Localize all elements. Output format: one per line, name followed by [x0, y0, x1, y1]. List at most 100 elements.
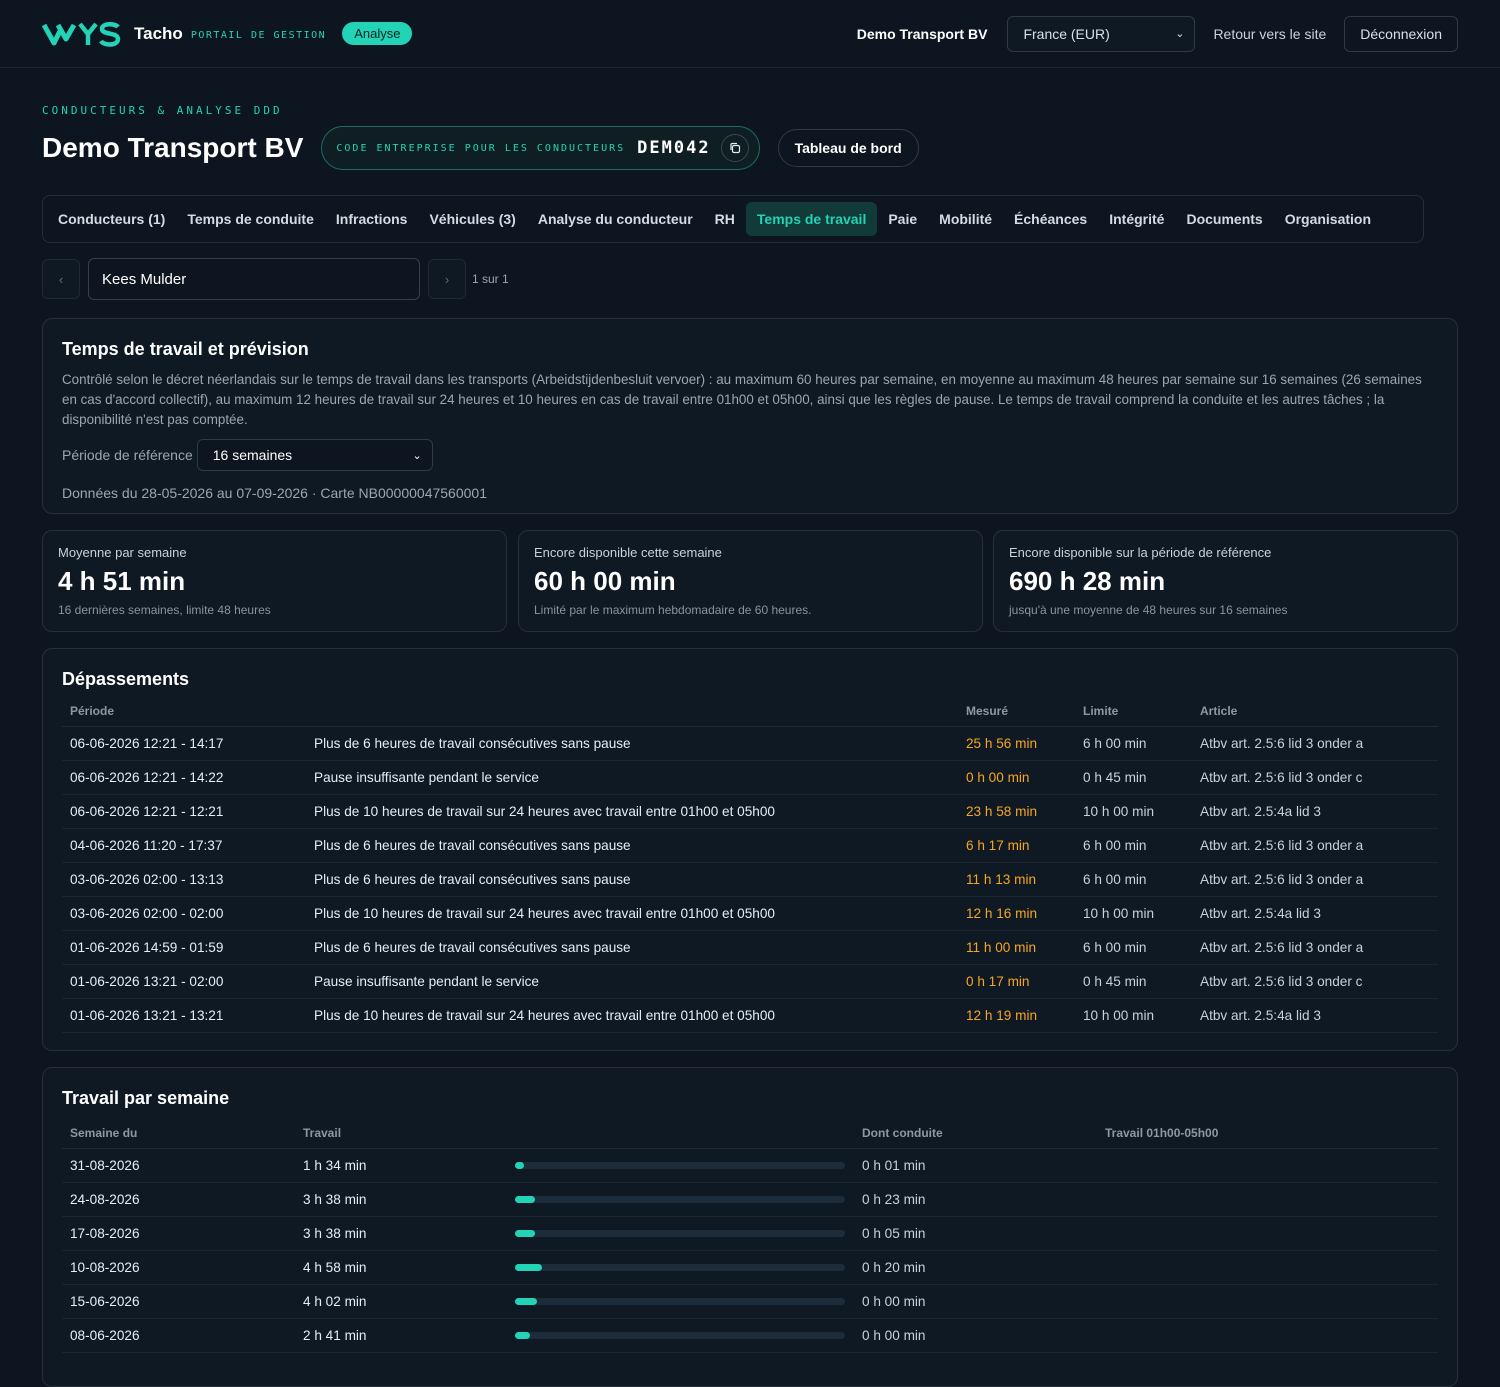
- work-progress-bar: [515, 1298, 845, 1305]
- tab-working-time[interactable]: Temps de travail: [745, 202, 878, 236]
- working-time-card: Temps de travail et prévision Contrôlé s…: [42, 318, 1458, 514]
- stat-subtext: Limité par le maximum hebdomadaire de 60…: [534, 603, 812, 617]
- tab-deadlines[interactable]: Échéances: [1003, 202, 1098, 236]
- copy-icon[interactable]: [720, 134, 749, 162]
- cell-night-work: [1097, 1216, 1438, 1251]
- weekly-work-card: Travail par semaine Semaine du Travail D…: [42, 1067, 1458, 1387]
- tab-driver-analysis[interactable]: Analyse du conducteur: [527, 202, 704, 236]
- cell-work-bar: [507, 1284, 854, 1319]
- work-progress-bar: [515, 1230, 845, 1237]
- cell-measured: 23 h 58 min: [958, 794, 1075, 829]
- cell-period: 01-06-2026 14:59 - 01:59: [62, 930, 306, 965]
- dashboard-button[interactable]: Tableau de bord: [777, 129, 919, 167]
- column-header-bar: [507, 1126, 854, 1149]
- cell-measured: 6 h 17 min: [958, 828, 1075, 863]
- driver-selector: ‹ Kees Mulder › 1 sur 1: [42, 258, 509, 300]
- weekly-work-title: Travail par semaine: [62, 1088, 230, 1108]
- brand-name: Tacho: [134, 23, 183, 43]
- tab-integrity[interactable]: Intégrité: [1098, 202, 1175, 236]
- table-row: 08-06-2026 2 h 41 min 0 h 00 min: [62, 1318, 1438, 1353]
- prev-driver-button[interactable]: ‹: [42, 259, 80, 299]
- cell-night-work: [1097, 1284, 1438, 1319]
- cell-week: 15-06-2026: [62, 1284, 295, 1319]
- cell-driving: 0 h 23 min: [854, 1182, 1097, 1217]
- cell-article: Atbv art. 2.5:6 lid 3 onder c: [1192, 964, 1438, 999]
- tab-infractions[interactable]: Infractions: [325, 202, 419, 236]
- cell-period: 03-06-2026 02:00 - 02:00: [62, 896, 306, 931]
- cell-driving: 0 h 00 min: [854, 1318, 1097, 1353]
- work-progress-bar: [515, 1332, 845, 1339]
- cell-week: 17-08-2026: [62, 1216, 295, 1251]
- cell-limit: 0 h 45 min: [1075, 760, 1192, 795]
- cell-period: 06-06-2026 12:21 - 12:21: [62, 794, 306, 829]
- logout-button[interactable]: Déconnexion: [1344, 15, 1458, 52]
- tab-organisation[interactable]: Organisation: [1274, 202, 1382, 236]
- cell-article: Atbv art. 2.5:6 lid 3 onder c: [1192, 760, 1438, 795]
- tab-payroll[interactable]: Paie: [877, 202, 928, 236]
- column-header-week: Semaine du: [62, 1126, 295, 1149]
- table-row: 06-06-2026 12:21 - 14:17 Plus de 6 heures…: [62, 726, 1438, 761]
- table-row: 31-08-2026 1 h 34 min 0 h 01 min: [62, 1148, 1438, 1183]
- cell-period: 04-06-2026 11:20 - 17:37: [62, 828, 306, 863]
- cell-article: Atbv art. 2.5:4a lid 3: [1192, 998, 1438, 1033]
- cell-limit: 10 h 00 min: [1075, 794, 1192, 829]
- cell-measured: 11 h 00 min: [958, 930, 1075, 965]
- cell-description: Plus de 10 heures de travail sur 24 heur…: [306, 896, 958, 931]
- work-progress-fill: [515, 1264, 543, 1271]
- cell-work: 2 h 41 min: [295, 1318, 507, 1353]
- work-progress-fill: [515, 1332, 530, 1339]
- working-time-title: Temps de travail et prévision: [62, 339, 309, 359]
- tab-driving-time[interactable]: Temps de conduite: [176, 202, 325, 236]
- tab-bar: Conducteurs (1) Temps de conduite Infrac…: [42, 195, 1424, 243]
- company-code-label: CODE ENTREPRISE POUR LES CONDUCTEURS: [336, 142, 626, 154]
- table-row: 01-06-2026 13:21 - 13:21 Plus de 10 heure…: [62, 998, 1438, 1033]
- country-select[interactable]: France (EUR) ⌄: [1007, 15, 1196, 52]
- cell-limit: 6 h 00 min: [1075, 930, 1192, 965]
- back-to-site-link[interactable]: Retour vers le site: [1213, 26, 1326, 42]
- reference-period-select[interactable]: 16 semaines ⌄: [196, 439, 433, 471]
- driver-name-field[interactable]: Kees Mulder: [88, 258, 420, 300]
- cell-period: 06-06-2026 12:21 - 14:22: [62, 760, 306, 795]
- chevron-down-icon: ⌄: [1175, 28, 1185, 40]
- table-row: 06-06-2026 12:21 - 12:21 Plus de 10 heure…: [62, 794, 1438, 829]
- logo[interactable]: Tacho PORTAIL DE GESTION Analyse: [42, 19, 413, 49]
- cell-work-bar: [507, 1250, 854, 1285]
- company-name: Demo Transport BV: [856, 25, 988, 42]
- cell-description: Plus de 6 heures de travail consécutives…: [306, 828, 958, 863]
- chevron-down-icon: ⌄: [412, 449, 422, 462]
- tab-mobility[interactable]: Mobilité: [928, 202, 1003, 236]
- stat-value: 60 h 00 min: [534, 566, 676, 596]
- working-time-description: Contrôlé selon le décret néerlandais sur…: [62, 372, 1422, 427]
- work-progress-fill: [515, 1162, 524, 1169]
- cell-description: Plus de 6 heures de travail consécutives…: [306, 726, 958, 761]
- column-header-night-work: Travail 01h00-05h00: [1097, 1126, 1438, 1149]
- cell-week: 08-06-2026: [62, 1318, 295, 1353]
- tab-vehicles[interactable]: Véhicules (3): [418, 202, 526, 236]
- table-row: 24-08-2026 3 h 38 min 0 h 23 min: [62, 1182, 1438, 1217]
- logo-icon: [42, 21, 121, 47]
- cell-work-bar: [507, 1318, 854, 1353]
- cell-work-bar: [507, 1148, 854, 1183]
- cell-week: 10-08-2026: [62, 1250, 295, 1285]
- next-driver-button[interactable]: ›: [428, 259, 466, 299]
- stat-subtext: 16 dernières semaines, limite 48 heures: [58, 603, 271, 617]
- cell-work-bar: [507, 1182, 854, 1217]
- cell-limit: 6 h 00 min: [1075, 726, 1192, 761]
- column-header-measured: Mesuré: [958, 704, 1075, 727]
- cell-measured: 12 h 16 min: [958, 896, 1075, 931]
- work-progress-bar: [515, 1196, 845, 1203]
- cell-description: Plus de 6 heures de travail consécutives…: [306, 930, 958, 965]
- exceedances-card: Dépassements Période Mesuré Limite Artic…: [42, 648, 1458, 1051]
- tab-hr[interactable]: RH: [704, 202, 746, 236]
- work-progress-fill: [515, 1196, 536, 1203]
- company-code-value: DEM042: [637, 138, 711, 158]
- cell-article: Atbv art. 2.5:4a lid 3: [1192, 896, 1438, 931]
- analyse-badge: Analyse: [342, 22, 413, 45]
- tab-documents[interactable]: Documents: [1175, 202, 1273, 236]
- cell-period: 03-06-2026 02:00 - 13:13: [62, 862, 306, 897]
- reference-period-value: 16 semaines: [212, 447, 293, 463]
- cell-measured: 0 h 17 min: [958, 964, 1075, 999]
- tab-drivers[interactable]: Conducteurs (1): [47, 202, 176, 236]
- cell-measured: 12 h 19 min: [958, 998, 1075, 1033]
- work-progress-bar: [515, 1162, 845, 1169]
